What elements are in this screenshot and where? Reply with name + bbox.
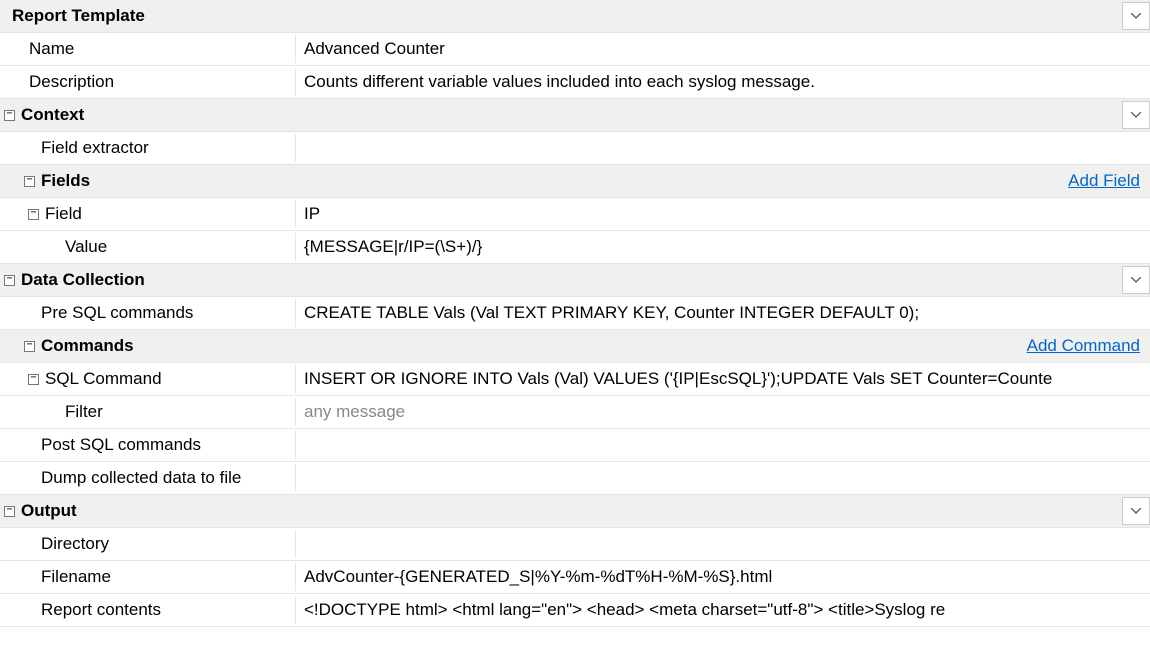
expander-icon[interactable] bbox=[24, 341, 35, 352]
label-directory: Directory bbox=[41, 534, 109, 554]
expander-icon[interactable] bbox=[24, 176, 35, 187]
row-dump-file[interactable]: Dump collected data to file bbox=[0, 462, 1150, 495]
section-report-template: Report Template bbox=[0, 0, 1150, 33]
section-title: Commands bbox=[41, 336, 134, 356]
row-field-extractor[interactable]: Field extractor bbox=[0, 132, 1150, 165]
label-sql-command: SQL Command bbox=[45, 369, 162, 389]
label-description: Description bbox=[29, 72, 114, 92]
chevron-down-icon bbox=[1131, 13, 1141, 19]
section-title: Context bbox=[21, 105, 84, 125]
section-title: Report Template bbox=[12, 6, 145, 26]
label-post-sql: Post SQL commands bbox=[41, 435, 201, 455]
value-name[interactable]: Advanced Counter bbox=[296, 35, 1150, 63]
section-fields: Fields Add Field bbox=[0, 165, 1150, 198]
row-filter[interactable]: Filter any message bbox=[0, 396, 1150, 429]
expander-icon[interactable] bbox=[28, 374, 39, 385]
value-pre-sql[interactable]: CREATE TABLE Vals (Val TEXT PRIMARY KEY,… bbox=[296, 299, 1150, 327]
label-filename: Filename bbox=[41, 567, 111, 587]
value-dump-file[interactable] bbox=[296, 474, 1150, 482]
section-title: Data Collection bbox=[21, 270, 145, 290]
chevron-down-icon bbox=[1131, 112, 1141, 118]
row-field[interactable]: Field IP bbox=[0, 198, 1150, 231]
value-filename[interactable]: AdvCounter-{GENERATED_S|%Y-%m-%dT%H-%M-%… bbox=[296, 563, 1150, 591]
label-dump-file: Dump collected data to file bbox=[41, 468, 241, 488]
chevron-down-icon bbox=[1131, 508, 1141, 514]
value-report-contents[interactable]: <!DOCTYPE html> <html lang="en"> <head> … bbox=[296, 596, 1150, 624]
value-post-sql[interactable] bbox=[296, 441, 1150, 449]
section-title: Fields bbox=[41, 171, 90, 191]
row-filename[interactable]: Filename AdvCounter-{GENERATED_S|%Y-%m-%… bbox=[0, 561, 1150, 594]
label-filter: Filter bbox=[65, 402, 103, 422]
dropdown-button[interactable] bbox=[1122, 101, 1150, 129]
value-filter[interactable]: any message bbox=[296, 398, 1150, 426]
label-field-value: Value bbox=[65, 237, 107, 257]
dropdown-button[interactable] bbox=[1122, 2, 1150, 30]
label-report-contents: Report contents bbox=[41, 600, 161, 620]
add-field-link[interactable]: Add Field bbox=[1068, 171, 1150, 191]
value-description[interactable]: Counts different variable values include… bbox=[296, 68, 1150, 96]
dropdown-button[interactable] bbox=[1122, 266, 1150, 294]
section-title: Output bbox=[21, 501, 77, 521]
section-data-collection: Data Collection bbox=[0, 264, 1150, 297]
row-pre-sql[interactable]: Pre SQL commands CREATE TABLE Vals (Val … bbox=[0, 297, 1150, 330]
row-field-value[interactable]: Value {MESSAGE|r/IP=(\S+)/} bbox=[0, 231, 1150, 264]
value-directory[interactable] bbox=[296, 540, 1150, 548]
value-field-value[interactable]: {MESSAGE|r/IP=(\S+)/} bbox=[296, 233, 1150, 261]
section-commands: Commands Add Command bbox=[0, 330, 1150, 363]
row-post-sql[interactable]: Post SQL commands bbox=[0, 429, 1150, 462]
chevron-down-icon bbox=[1131, 277, 1141, 283]
row-name[interactable]: Name Advanced Counter bbox=[0, 33, 1150, 66]
expander-icon[interactable] bbox=[4, 506, 15, 517]
add-command-link[interactable]: Add Command bbox=[1027, 336, 1150, 356]
expander-icon[interactable] bbox=[4, 275, 15, 286]
label-pre-sql: Pre SQL commands bbox=[41, 303, 193, 323]
section-output: Output bbox=[0, 495, 1150, 528]
label-field: Field bbox=[45, 204, 82, 224]
property-grid: Report Template Name Advanced Counter De… bbox=[0, 0, 1150, 627]
label-name: Name bbox=[29, 39, 74, 59]
dropdown-button[interactable] bbox=[1122, 497, 1150, 525]
value-field[interactable]: IP bbox=[296, 200, 1150, 228]
row-sql-command[interactable]: SQL Command INSERT OR IGNORE INTO Vals (… bbox=[0, 363, 1150, 396]
row-description[interactable]: Description Counts different variable va… bbox=[0, 66, 1150, 99]
value-field-extractor[interactable] bbox=[296, 144, 1150, 152]
row-directory[interactable]: Directory bbox=[0, 528, 1150, 561]
row-report-contents[interactable]: Report contents <!DOCTYPE html> <html la… bbox=[0, 594, 1150, 627]
section-context: Context bbox=[0, 99, 1150, 132]
expander-icon[interactable] bbox=[28, 209, 39, 220]
expander-icon[interactable] bbox=[4, 110, 15, 121]
value-sql-command[interactable]: INSERT OR IGNORE INTO Vals (Val) VALUES … bbox=[296, 365, 1150, 393]
label-field-extractor: Field extractor bbox=[41, 138, 149, 158]
